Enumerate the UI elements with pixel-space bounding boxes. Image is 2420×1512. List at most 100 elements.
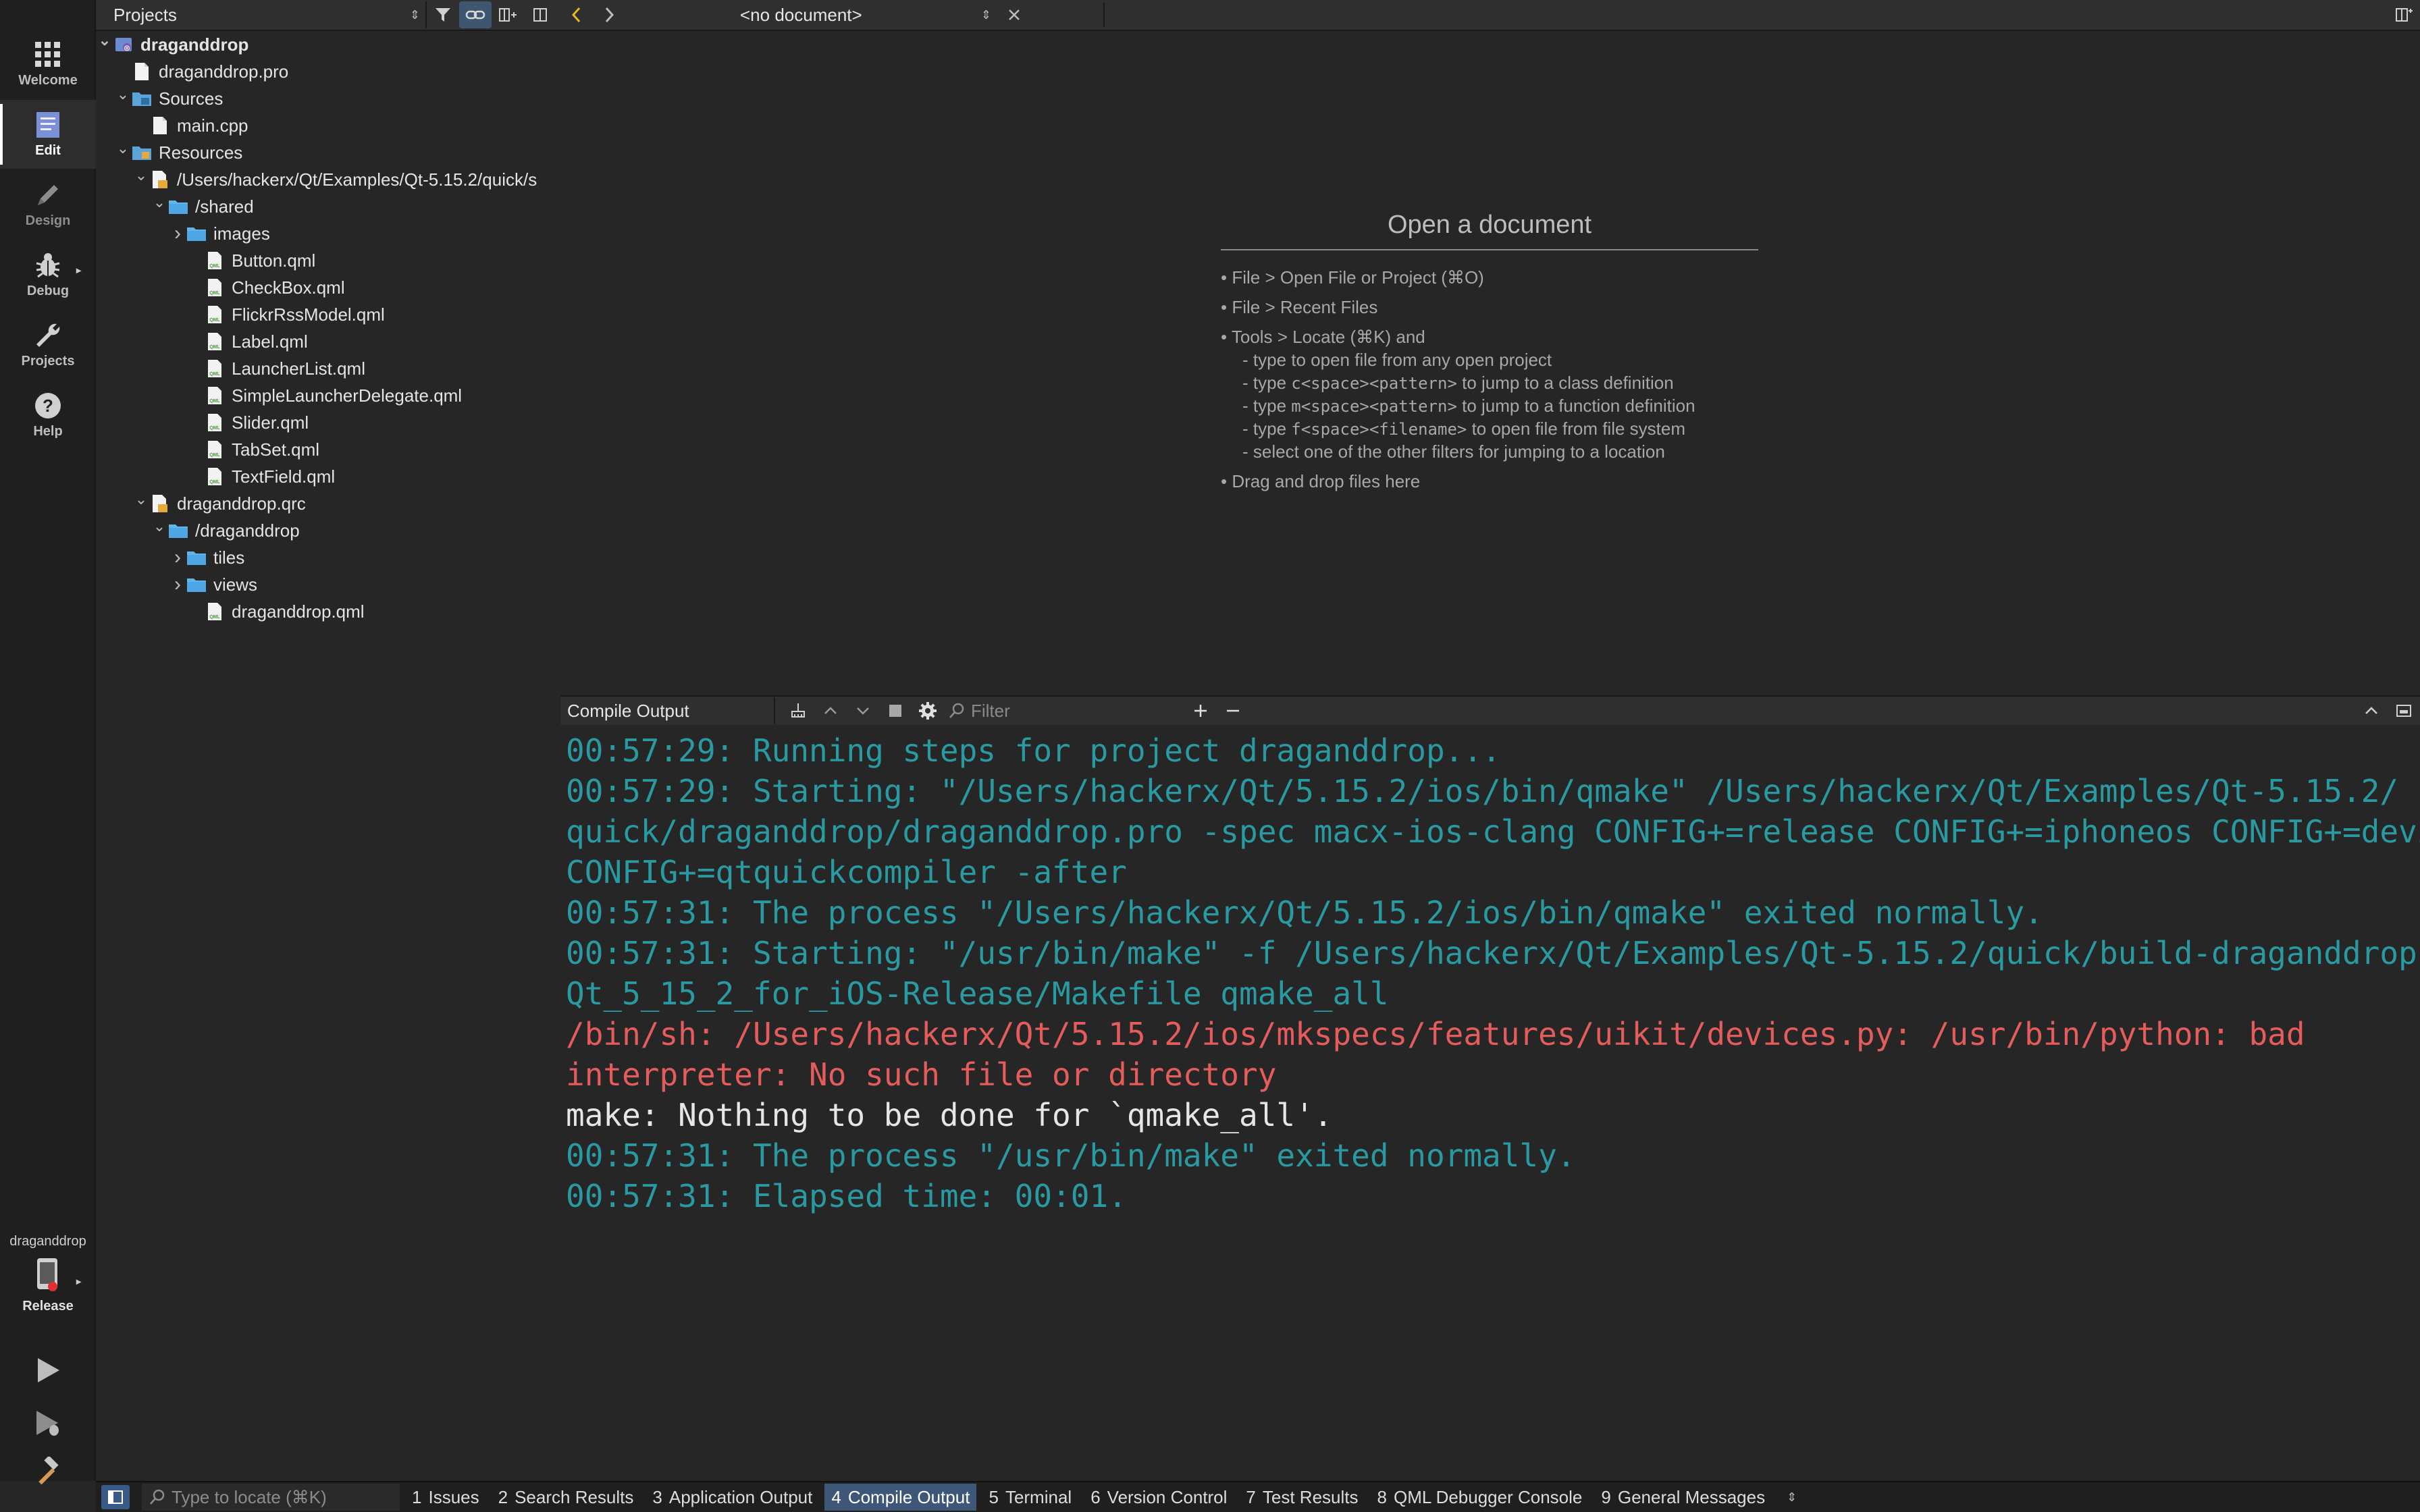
close-document-button[interactable] — [998, 1, 1030, 28]
svg-text:QML: QML — [209, 264, 220, 269]
kit-selector-button[interactable]: Release ▸ — [0, 1257, 96, 1327]
go-back-button[interactable] — [560, 1, 593, 28]
output-pane-tab[interactable]: 5 Terminal — [982, 1484, 1078, 1511]
next-item-button[interactable] — [847, 697, 879, 724]
mode-help[interactable]: ? Help — [0, 381, 96, 450]
mode-debug[interactable]: Debug ▸ — [0, 240, 96, 309]
output-pane-tab[interactable]: 6 Version Control — [1084, 1484, 1234, 1511]
tree-item-label: /Users/hackerx/Qt/Examples/Qt-5.15.2/qui… — [177, 169, 537, 190]
output-settings-button[interactable] — [912, 697, 944, 724]
tree-item[interactable]: ⌄/shared — [96, 193, 560, 220]
chevron-down-icon[interactable]: ⌄ — [151, 513, 168, 540]
add-output-pane-button[interactable] — [1184, 697, 1217, 724]
toggle-sidebar-button[interactable] — [101, 1485, 130, 1509]
split-button[interactable] — [492, 1, 524, 28]
tab-label: Issues — [428, 1486, 479, 1507]
tree-item-label: LauncherList.qml — [232, 358, 365, 379]
tree-item-label: TextField.qml — [232, 466, 336, 487]
mode-design[interactable]: Design — [0, 170, 96, 239]
output-pane-selector[interactable]: Compile Output — [560, 697, 775, 724]
kit-project-label: draganddrop — [9, 1234, 86, 1249]
tree-item-label: Resources — [159, 142, 243, 163]
open-document-hint: • Drag and drop files here — [1221, 471, 1421, 491]
tab-number: 8 — [1377, 1486, 1387, 1507]
tree-item[interactable]: ⌄ Resources — [96, 139, 560, 166]
tree-item-label: TabSet.qml — [232, 439, 320, 460]
tree-item[interactable]: draganddrop.pro — [96, 58, 560, 85]
maximize-pane-button[interactable] — [2355, 697, 2388, 724]
build-button[interactable] — [27, 1451, 68, 1492]
output-pane-tab[interactable]: 2 Search Results — [492, 1484, 641, 1511]
tree-item[interactable]: QML FlickrRssModel.qml — [96, 301, 560, 328]
tree-item[interactable]: › views — [96, 571, 560, 598]
hide-pane-button[interactable] — [2388, 697, 2420, 724]
locator-input[interactable]: Type to locate (⌘K) — [142, 1484, 400, 1511]
remove-output-pane-button[interactable] — [1217, 697, 1249, 724]
split-editor-button[interactable] — [2388, 1, 2420, 28]
chevron-down-icon[interactable]: ⌄ — [132, 162, 150, 189]
previous-item-button[interactable] — [814, 697, 847, 724]
chevron-down-icon[interactable]: ⌄ — [96, 27, 113, 54]
tree-item[interactable]: QML Button.qml — [96, 247, 560, 274]
sidebar-icon — [533, 8, 547, 22]
mode-projects[interactable]: Projects — [0, 310, 96, 379]
output-filter-input[interactable]: Filter — [944, 697, 1184, 724]
mode-edit[interactable]: Edit — [0, 100, 96, 169]
tree-item[interactable]: › tiles — [96, 544, 560, 571]
chevron-right-icon[interactable]: › — [169, 220, 186, 247]
status-bar: Type to locate (⌘K) 1 Issues 2 Search Resul… — [96, 1481, 2420, 1512]
chevron-down-icon[interactable]: ⌄ — [114, 135, 132, 162]
output-line: Qt_5_15_2_for_iOS-Release/Makefile qmake… — [566, 975, 1389, 1012]
debug-run-button[interactable] — [27, 1403, 68, 1443]
link-with-editor-button[interactable] — [459, 1, 492, 28]
updown-arrows-icon[interactable]: ⇕ — [1787, 1490, 1797, 1505]
tree-item[interactable]: QML TabSet.qml — [96, 436, 560, 463]
tree-item[interactable]: QML TextField.qml — [96, 463, 560, 490]
output-pane-tab[interactable]: 1 Issues — [405, 1484, 486, 1511]
chevron-down-icon[interactable]: ⌄ — [132, 486, 150, 513]
open-document-hint: - type f<space><filename> to open file f… — [1242, 418, 1685, 439]
tree-item[interactable]: QML Slider.qml — [96, 409, 560, 436]
go-forward-button[interactable] — [593, 1, 625, 28]
chevron-down-icon[interactable]: ⌄ — [151, 189, 168, 216]
open-documents-selector[interactable]: <no document> ⇕ — [633, 1, 998, 28]
wrench-icon — [36, 323, 60, 347]
output-pane-tab[interactable]: 4 Compile Output — [824, 1484, 977, 1511]
tree-item[interactable]: QML Label.qml — [96, 328, 560, 355]
navigation-view-selector[interactable]: Projects ⇕ — [105, 1, 427, 28]
chevron-right-icon[interactable]: › — [169, 571, 186, 598]
output-pane-tab[interactable]: 3 Application Output — [646, 1484, 819, 1511]
svg-text:QML: QML — [209, 426, 220, 431]
stop-button[interactable] — [879, 697, 912, 724]
tree-item[interactable]: QML CheckBox.qml — [96, 274, 560, 301]
edit-document-icon — [36, 111, 59, 138]
chevron-down-icon[interactable]: ⌄ — [114, 81, 132, 108]
output-pane-tab[interactable]: 7 Test Results — [1239, 1484, 1365, 1511]
editor-toolbar — [1101, 0, 2420, 31]
run-button[interactable] — [27, 1350, 68, 1390]
tree-item[interactable]: › images — [96, 220, 560, 247]
tree-item[interactable]: main.cpp — [96, 112, 560, 139]
output-line: make: Nothing to be done for `qmake_all'… — [566, 1097, 1333, 1133]
output-pane-tab[interactable]: 8 QML Debugger Console — [1371, 1484, 1589, 1511]
tree-item[interactable]: ⌄ Sources — [96, 85, 560, 112]
tree-item[interactable]: QML SimpleLauncherDelegate.qml — [96, 382, 560, 409]
tree-item[interactable]: ⌄/draganddrop — [96, 517, 560, 544]
tab-number: 5 — [989, 1486, 999, 1507]
tree-item[interactable]: QML LauncherList.qml — [96, 355, 560, 382]
chevron-right-icon[interactable]: › — [169, 544, 186, 571]
tab-label: Compile Output — [847, 1486, 970, 1507]
close-sidebar-button[interactable] — [524, 1, 556, 28]
tree-item[interactable]: QML draganddrop.qml — [96, 598, 560, 625]
mode-welcome[interactable]: Welcome — [0, 30, 96, 99]
output-pane-tab[interactable]: 9 General Messages — [1594, 1484, 1772, 1511]
tree-item[interactable]: ⌄ ◎ draganddrop — [96, 31, 560, 58]
chevron-right-icon — [605, 7, 614, 23]
tab-label: QML Debugger Console — [1393, 1486, 1583, 1507]
filter-tree-button[interactable] — [427, 1, 459, 28]
clear-output-button[interactable] — [782, 697, 814, 724]
sidebar-toggle-icon — [108, 1490, 123, 1504]
filter-placeholder: Filter — [971, 700, 1010, 721]
link-icon — [465, 10, 485, 20]
